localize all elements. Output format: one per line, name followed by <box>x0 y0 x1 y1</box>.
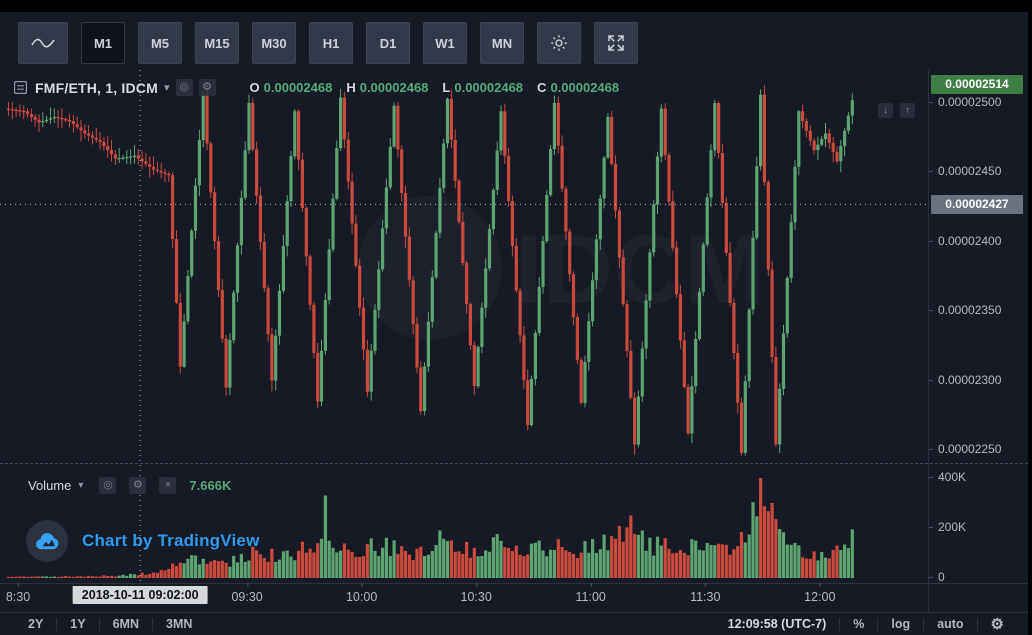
tradingview-attribution: Chart by TradingView <box>26 520 260 562</box>
crosshair-price-label: 0.00002427 <box>931 195 1023 215</box>
chart-legend: FMF/ETH, 1, IDCM ▾ ◎ ⚙ O 0.00002468 H 0.… <box>14 79 619 96</box>
pane-down-button[interactable]: ↓ <box>878 103 893 118</box>
price-tick: 0.00002350 <box>928 303 1002 318</box>
fullscreen-button[interactable] <box>594 22 638 64</box>
symbol-dropdown-caret[interactable]: ▾ <box>164 81 170 94</box>
chart-toolbar: M1 M5 M15 M30 H1 D1 W1 MN <box>18 22 638 64</box>
interval-button-m15[interactable]: M15 <box>195 22 239 64</box>
volume-settings-icon[interactable]: ⚙ <box>129 477 147 494</box>
range-button-6mn[interactable]: 6MN <box>100 617 152 631</box>
pane-controls: ↓ ↑ <box>878 103 915 118</box>
volume-tick: 400K <box>928 470 967 484</box>
range-button-1y[interactable]: 1Y <box>57 617 98 631</box>
log-scale-button[interactable]: log <box>878 617 923 631</box>
volume-tick: 200K <box>928 520 967 534</box>
percent-scale-button[interactable]: % <box>840 617 877 631</box>
volume-close-icon[interactable]: × <box>159 477 177 494</box>
time-tick: 10:00 <box>345 583 378 604</box>
time-axis[interactable]: 8:30 09:30 10:00 10:30 11:00 11:30 12:00… <box>0 583 928 612</box>
scale-controls: 12:09:58 (UTC-7) % log auto ⚙ <box>728 615 1004 633</box>
expand-arrows-icon <box>606 33 626 53</box>
series-settings-icon[interactable]: ⚙ <box>198 79 216 96</box>
high-key: H <box>346 80 356 95</box>
interval-button-d1[interactable]: D1 <box>366 22 410 64</box>
time-tick: 10:30 <box>460 583 492 604</box>
last-price-label: 0.00002514 <box>931 74 1023 94</box>
price-tick: 0.00002450 <box>928 164 1002 179</box>
chart-settings-button[interactable] <box>537 22 581 64</box>
low-value: 0.00002468 <box>454 80 524 95</box>
volume-hide-icon[interactable]: ◎ <box>99 477 117 494</box>
close-value: 0.00002468 <box>550 80 620 95</box>
range-buttons: 2Y 1Y 6MN 3MN <box>28 617 205 631</box>
time-tick: 09:30 <box>231 583 263 604</box>
interval-button-w1[interactable]: W1 <box>423 22 467 64</box>
tradingview-logo-icon[interactable] <box>26 520 68 562</box>
time-tick: 8:30 <box>5 583 31 604</box>
price-tick: 0.00002250 <box>928 442 1002 456</box>
interval-button-h1[interactable]: H1 <box>309 22 353 64</box>
time-axis-separator <box>0 583 1028 584</box>
ohlc-readout: O 0.00002468 H 0.00002468 L 0.00002468 C… <box>236 80 620 95</box>
open-key: O <box>249 80 260 95</box>
auto-scale-button[interactable]: auto <box>924 617 976 631</box>
pane-up-button[interactable]: ↑ <box>900 103 915 118</box>
high-value: 0.00002468 <box>359 80 429 95</box>
range-button-3mn[interactable]: 3MN <box>153 617 205 631</box>
price-tick: 0.00002300 <box>928 372 1002 387</box>
crosshair-time-label: 2018-10-11 09:02:00 <box>72 586 208 604</box>
collapse-pane-icon[interactable] <box>14 81 27 94</box>
price-tick: 0.00002400 <box>928 233 1002 248</box>
candlestick-chart-canvas[interactable]: IDCM <box>0 70 928 583</box>
line-chart-style-button[interactable] <box>18 22 68 64</box>
volume-dropdown-caret[interactable]: ▾ <box>78 480 83 491</box>
interval-button-m5[interactable]: M5 <box>138 22 182 64</box>
time-tick: 11:00 <box>575 583 606 604</box>
interval-button-m30[interactable]: M30 <box>252 22 296 64</box>
volume-legend: Volume ▾ ◎ ⚙ × 7.666K <box>28 477 231 494</box>
volume-value: 7.666K <box>189 478 232 493</box>
time-tick: 12:00 <box>804 583 836 604</box>
line-chart-icon <box>30 36 56 50</box>
volume-tick: 0 <box>929 570 945 584</box>
open-value: 0.00002468 <box>263 80 333 95</box>
close-key: C <box>537 80 547 95</box>
range-button-2y[interactable]: 2Y <box>28 617 56 631</box>
price-tick: 0.00002500 <box>928 95 1002 109</box>
tradingview-attribution-link[interactable]: Chart by TradingView <box>82 531 260 551</box>
volume-label[interactable]: Volume <box>28 478 71 493</box>
clock-timezone-button[interactable]: 12:09:58 (UTC-7) <box>728 617 840 631</box>
bottom-toolbar: 2Y 1Y 6MN 3MN 12:09:58 (UTC-7) % log aut… <box>0 613 1028 635</box>
hide-series-icon[interactable]: ◎ <box>175 79 193 96</box>
bottom-gear-icon[interactable]: ⚙ <box>978 615 1004 633</box>
gear-icon <box>548 32 570 54</box>
low-key: L <box>442 80 451 95</box>
symbol-title[interactable]: FMF/ETH, 1, IDCM <box>35 80 158 96</box>
interval-button-m1[interactable]: M1 <box>81 22 125 64</box>
pane-separator[interactable] <box>0 463 1028 464</box>
interval-button-mn[interactable]: MN <box>480 22 524 64</box>
price-axis[interactable]: 0.00002514 0.00002427 0.00002500 0.00002… <box>928 70 1028 584</box>
time-tick: 11:30 <box>690 583 721 604</box>
